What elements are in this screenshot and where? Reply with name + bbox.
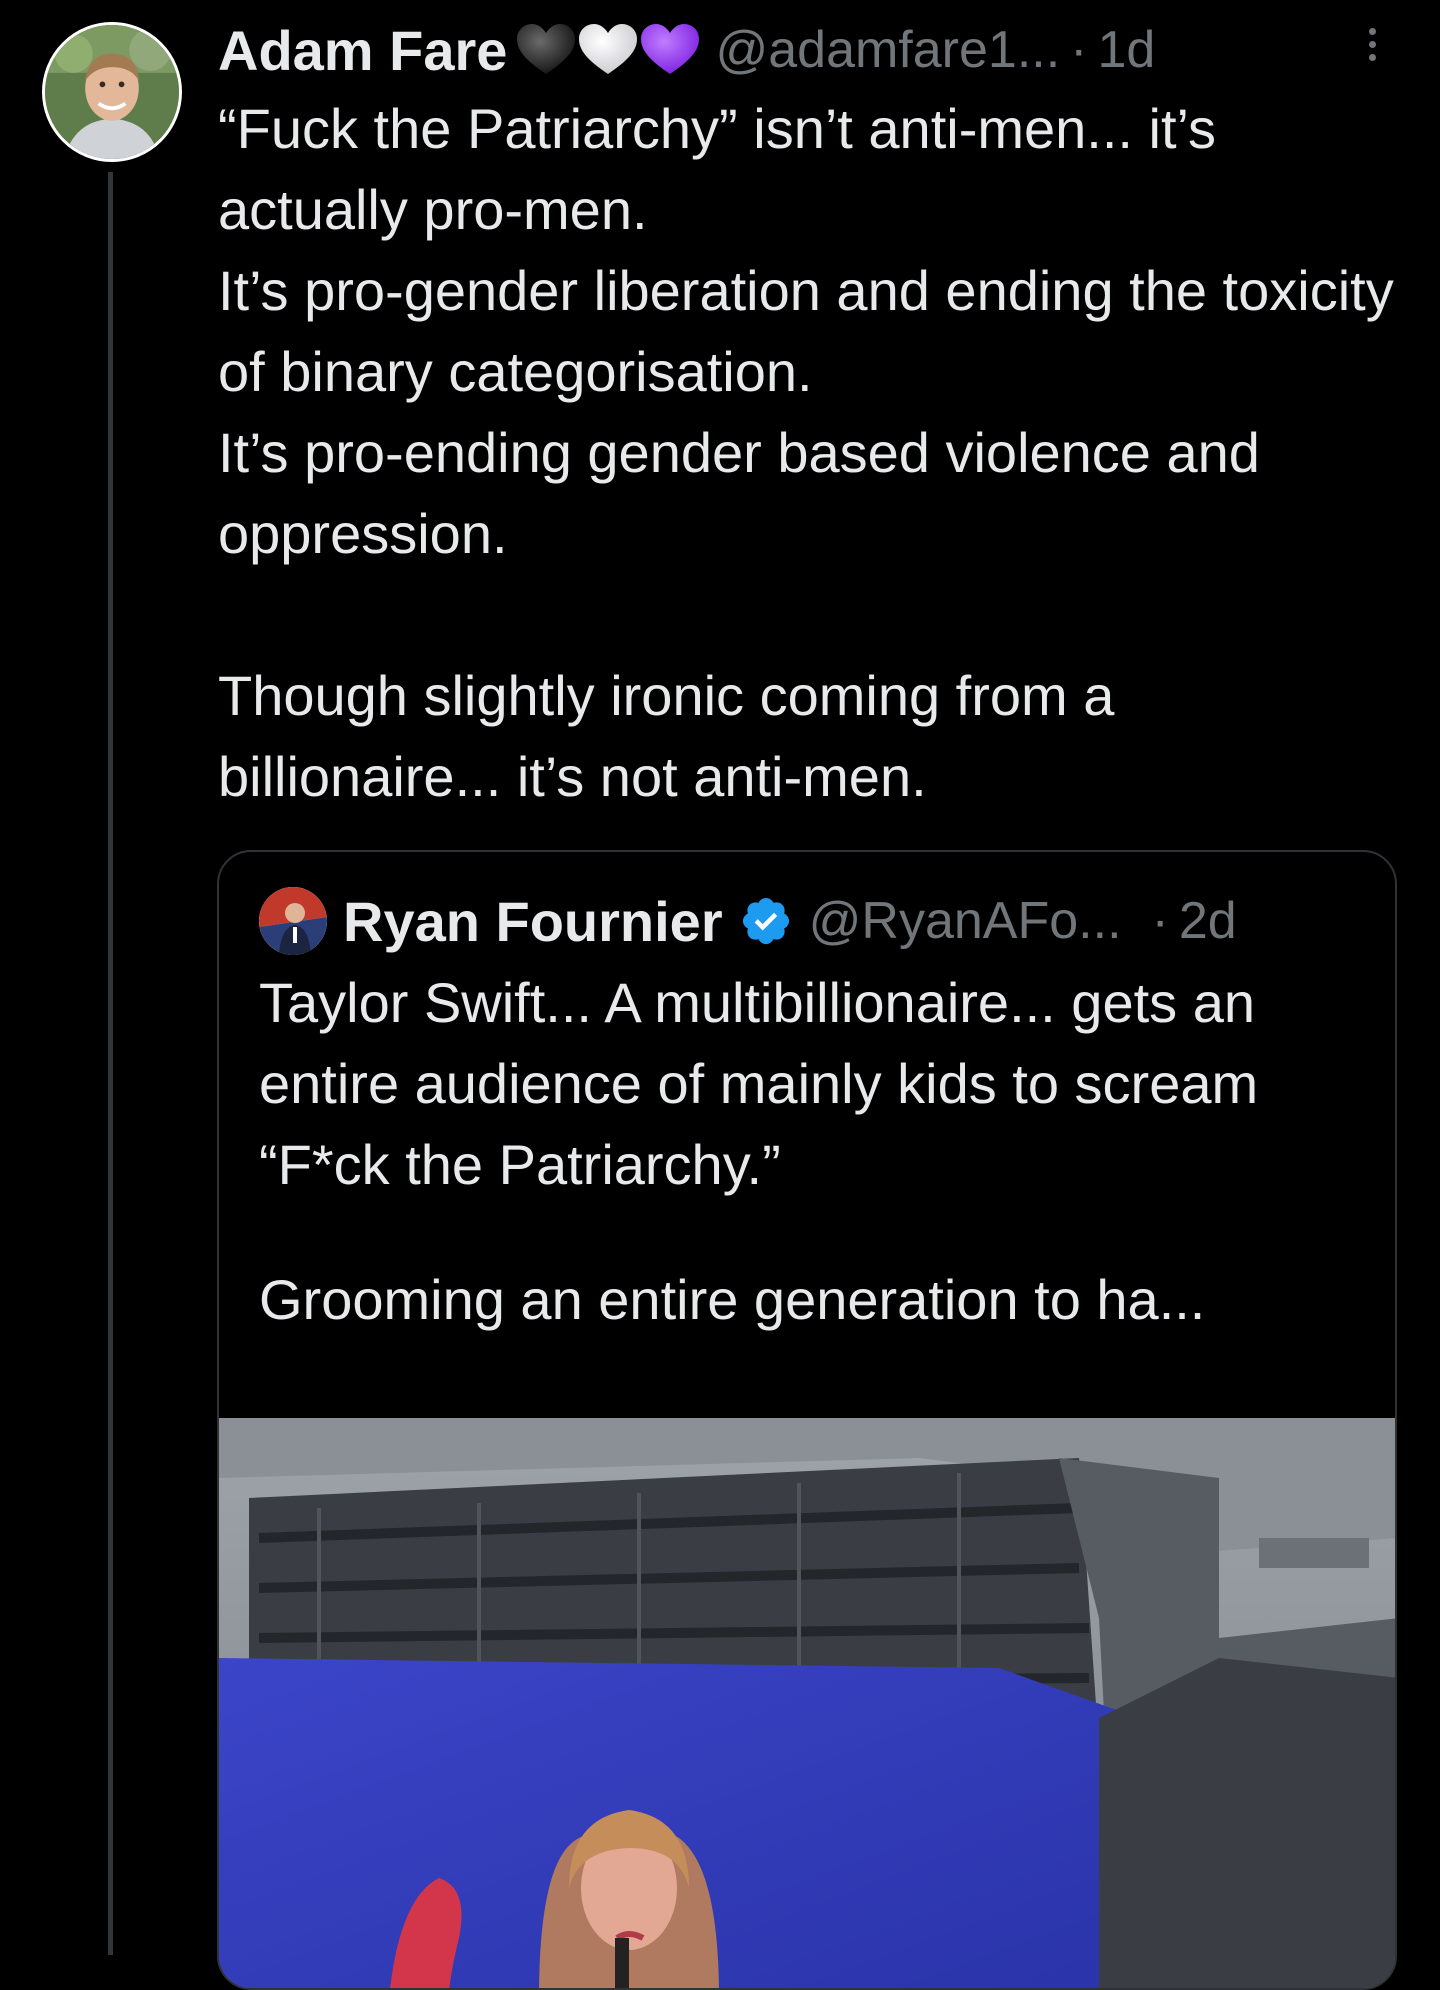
quoted-tweet-text: Taylor Swift... A multibillionaire... ge… [259, 962, 1369, 1340]
quoted-text-line: Taylor Swift... A multibillionaire... ge… [259, 971, 1259, 1196]
more-options-icon[interactable] [1360, 24, 1384, 74]
tweet-text-line: It’s pro-gender liberation and ending th… [218, 259, 1394, 403]
author-emoji-hearts [515, 22, 701, 78]
author-name[interactable]: Adam Fare [218, 18, 507, 83]
quoted-tweet-header: Ryan Fournier @RyanAFo... · 2d [259, 887, 1237, 955]
quoted-tweet-timestamp[interactable]: 2d [1179, 891, 1237, 951]
quoted-author-name[interactable]: Ryan Fournier [343, 889, 723, 954]
header-separator: · [1070, 21, 1088, 79]
tweet[interactable]: Adam Fare @adamfare1... · 1d “Fuck the P… [0, 0, 1440, 1990]
quoted-text-line: Grooming an entire generation to ha... [259, 1268, 1206, 1331]
quoted-author-avatar[interactable] [259, 887, 327, 955]
quoted-author-avatar-image [259, 887, 327, 955]
quoted-tweet-video-thumbnail[interactable] [219, 1418, 1395, 1988]
black-heart-icon [517, 24, 576, 74]
author-avatar[interactable] [42, 22, 182, 162]
tweet-text-line: “Fuck the Patriarchy” isn’t anti-men... … [218, 97, 1216, 241]
author-avatar-image [45, 25, 179, 159]
quoted-header-separator: · [1151, 892, 1169, 950]
thread-connector-line [108, 172, 113, 1955]
tweet-header: Adam Fare @adamfare1... · 1d [218, 14, 1155, 86]
purple-heart-icon [641, 24, 700, 74]
tweet-text-line: It’s pro-ending gender based violence an… [218, 421, 1260, 565]
quoted-author-handle[interactable]: @RyanAFo... [809, 891, 1122, 951]
tweet-text: “Fuck the Patriarchy” isn’t anti-men... … [218, 88, 1398, 817]
tweet-text-line: Though slightly ironic coming from a bil… [218, 664, 1115, 808]
tweet-timestamp[interactable]: 1d [1098, 20, 1156, 80]
white-heart-icon [579, 24, 638, 74]
quoted-tweet-card[interactable]: Ryan Fournier @RyanAFo... · 2d Taylor Sw… [217, 850, 1397, 1990]
concert-stage-image [219, 1418, 1395, 1988]
verified-badge-icon [742, 897, 789, 945]
author-handle[interactable]: @adamfare1... [715, 20, 1060, 80]
tweet-text-spacer [218, 574, 1398, 655]
quoted-text-spacer [259, 1205, 1369, 1259]
